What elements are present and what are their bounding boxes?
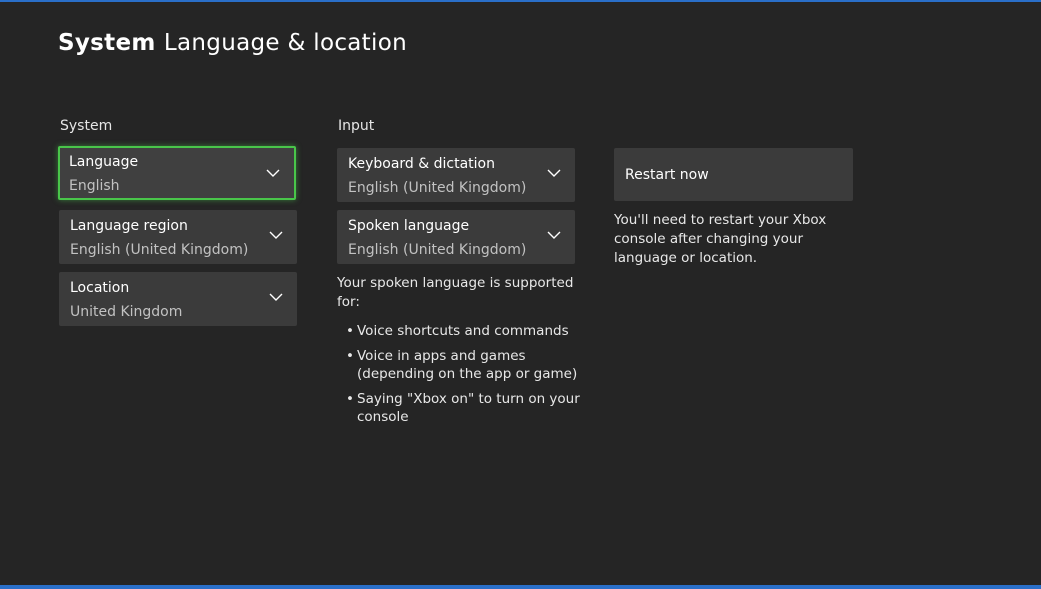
language-region-dropdown[interactable]: Language region English (United Kingdom) [59,210,297,264]
spoken-language-support-list: • Voice shortcuts and commands • Voice in … [346,322,586,433]
language-region-label: Language region [70,218,188,234]
bottom-edge [0,585,1041,589]
restart-now-button[interactable]: Restart now [614,148,853,201]
chevron-down-icon [269,293,283,301]
bullet-icon: • [346,390,354,407]
spoken-language-value: English (United Kingdom) [348,242,527,258]
location-label: Location [70,280,130,296]
chevron-down-icon [547,231,561,239]
page-title: System Language & location [58,30,407,56]
language-dropdown[interactable]: Language English [58,146,296,200]
keyboard-dictation-value: English (United Kingdom) [348,180,527,196]
restart-note: You'll need to restart your Xbox console… [614,212,827,266]
location-value: United Kingdom [70,304,183,320]
bullet-icon: • [346,347,354,364]
system-heading: System [60,118,113,134]
page-title-section: System [58,30,156,56]
language-value: English [69,178,120,194]
chevron-down-icon [266,169,280,177]
keyboard-dictation-label: Keyboard & dictation [348,156,495,172]
language-label: Language [69,154,139,170]
spoken-language-support-intro: Your spoken language is supported for: [337,275,574,310]
list-item: • Voice shortcuts and commands [346,323,569,339]
chevron-down-icon [547,169,561,177]
page-title-page: Language & location [163,30,407,56]
spoken-language-label: Spoken language [348,218,470,234]
chevron-down-icon [269,231,283,239]
spoken-language-dropdown[interactable]: Spoken language English (United Kingdom) [337,210,575,264]
list-item: • Saying "Xbox on" to turn on your consol… [346,390,580,426]
keyboard-dictation-dropdown[interactable]: Keyboard & dictation English (United Kin… [337,148,575,202]
language-region-value: English (United Kingdom) [70,242,249,258]
top-edge [0,0,1041,2]
bullet-icon: • [346,323,354,339]
location-dropdown[interactable]: Location United Kingdom [59,272,297,326]
list-item: • Voice in apps and games (depending on t… [346,347,578,383]
input-heading: Input [338,118,375,134]
